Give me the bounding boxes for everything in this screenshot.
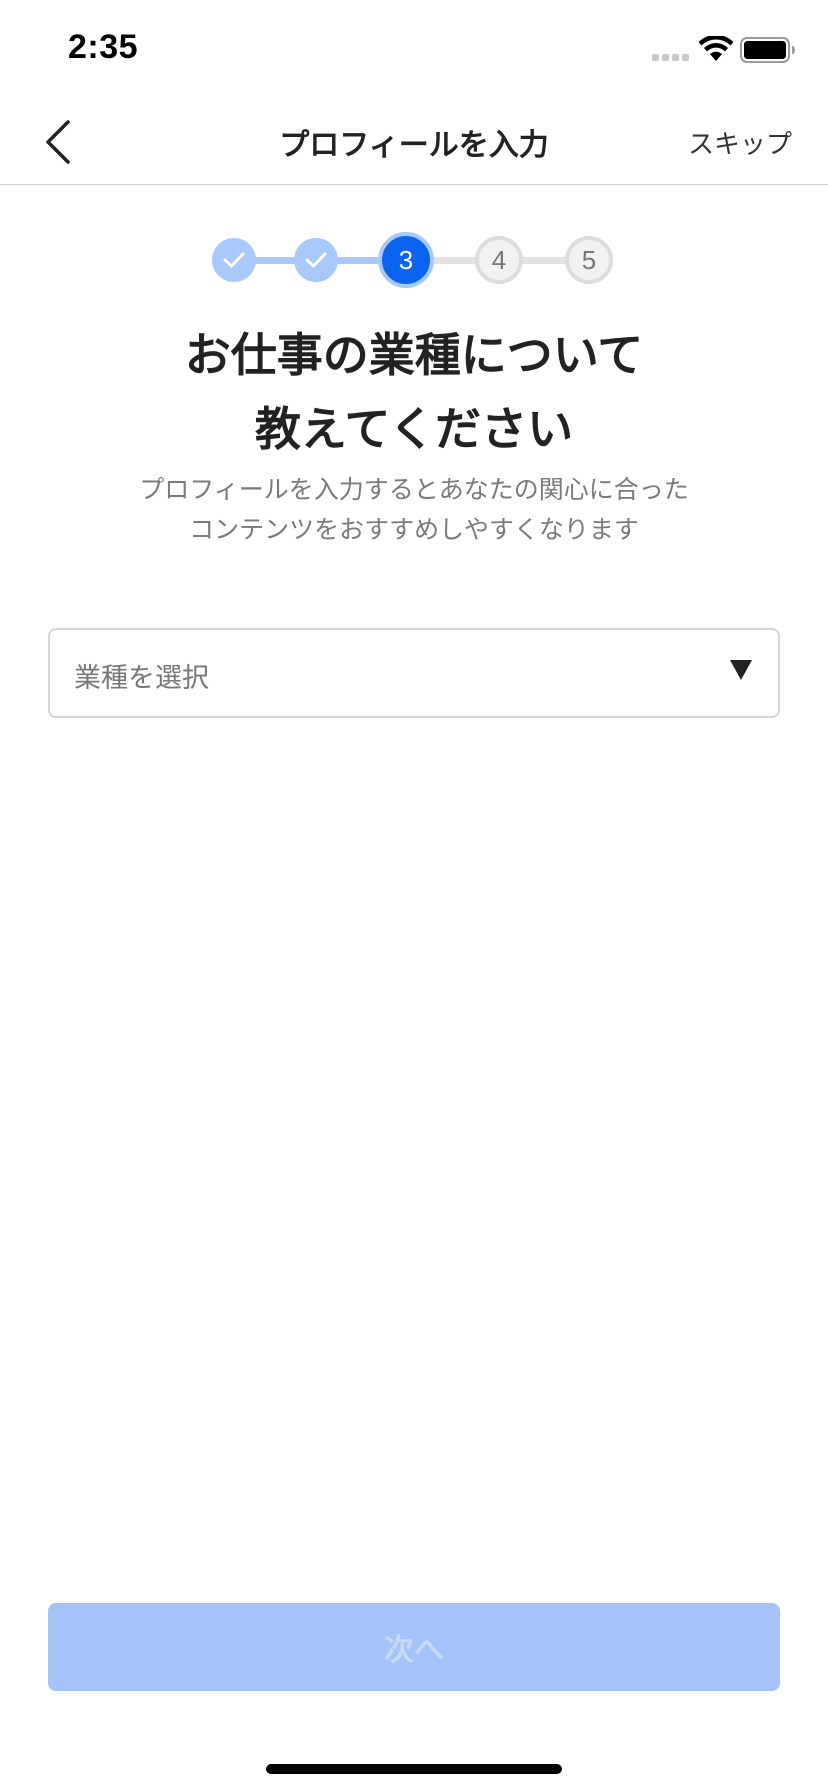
step-4: 4	[475, 236, 523, 284]
skip-button[interactable]: スキップ	[688, 124, 792, 161]
description-line-1: プロフィールを入力するとあなたの関心に合った	[139, 475, 689, 504]
step-3-current: 3	[378, 232, 434, 288]
status-time: 2:35	[68, 28, 139, 66]
status-bar: 2:35	[0, 0, 828, 100]
check-icon	[305, 252, 327, 268]
industry-select[interactable]: 業種を選択	[48, 628, 780, 718]
battery-icon	[740, 37, 795, 63]
next-button[interactable]: 次へ	[48, 1603, 780, 1691]
industry-select-placeholder: 業種を選択	[74, 663, 209, 694]
progress-stepper: 3 4 5	[0, 230, 828, 290]
signal-icon	[652, 54, 689, 61]
description-line-2: コンテンツをおすすめしやすくなります	[189, 515, 639, 544]
wifi-icon	[698, 36, 734, 61]
home-indicator	[266, 1764, 562, 1774]
page-heading: お仕事の業種について 教えてください	[0, 318, 828, 466]
heading-line-1: お仕事の業種について	[184, 328, 644, 382]
step-2	[294, 238, 338, 282]
heading-line-2: 教えてください	[254, 402, 574, 456]
check-icon	[223, 252, 245, 268]
step-1	[212, 238, 256, 282]
page-description: プロフィールを入力するとあなたの関心に合った コンテンツをおすすめしやすくなりま…	[0, 470, 828, 550]
nav-bar: プロフィールを入力 スキップ	[0, 100, 828, 185]
step-5: 5	[565, 236, 613, 284]
dropdown-arrow-icon	[730, 660, 752, 680]
